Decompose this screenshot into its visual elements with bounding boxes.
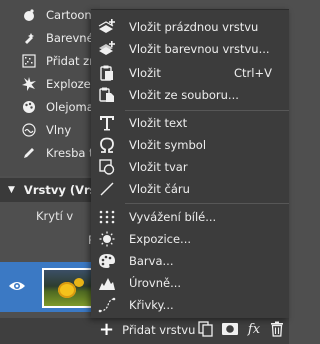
- effect-item-color-tone[interactable]: Barevné t: [0, 28, 102, 48]
- menu-item-label: Vložit tvar: [129, 160, 188, 174]
- mask-icon[interactable]: [219, 320, 241, 338]
- chevron-down-icon: ▼: [8, 185, 15, 195]
- menu-item-exposure[interactable]: Expozice...: [91, 228, 289, 250]
- layers-section-title: Vrstvy (Vrs: [23, 183, 97, 197]
- exposure-icon: [98, 231, 116, 247]
- text-icon: [98, 115, 116, 131]
- trash-icon[interactable]: [268, 320, 286, 338]
- menu-item-add-empty-layer[interactable]: Vložit prázdnou vrstvu: [91, 16, 289, 38]
- effect-item-oil-paint[interactable]: Olejomal: [0, 97, 97, 117]
- effects-panel: Cartoon Barevné t Přidat zrn Exploze Ole…: [0, 0, 102, 176]
- menu-item-levels[interactable]: Úrovně...: [91, 272, 289, 294]
- menu-item-paste[interactable]: Vložit Ctrl+V: [91, 62, 289, 84]
- menu-item-label: Vložit barevnou vrstvu...: [129, 42, 270, 56]
- menu-item-label: Vložit ze souboru...: [129, 88, 239, 102]
- curves-icon: [98, 297, 116, 313]
- palette-icon: [98, 253, 116, 269]
- oil-paint-icon: [22, 100, 36, 114]
- layers-section-header[interactable]: ▼ Vrstvy (Vrs: [0, 178, 100, 202]
- add-layer-button[interactable]: + Přidat vrstvu: [93, 318, 195, 342]
- menu-item-add-symbol[interactable]: Vložit symbol: [91, 134, 289, 156]
- menu-item-shortcut: Ctrl+V: [234, 66, 272, 80]
- effect-item-grain[interactable]: Přidat zrn: [0, 51, 101, 71]
- white-balance-icon: [98, 209, 116, 225]
- effect-item-explosion[interactable]: Exploze: [0, 74, 91, 94]
- plus-icon: +: [99, 319, 115, 340]
- menu-separator: [125, 203, 289, 204]
- menu-item-label: Barva...: [129, 254, 174, 268]
- add-color-layer-icon: [98, 41, 116, 57]
- effect-item-ink-sketch[interactable]: Kresba tu: [0, 143, 101, 163]
- menu-item-label: Vyvážení bílé...: [129, 210, 217, 224]
- effect-label: Exploze: [46, 77, 91, 91]
- menu-item-add-shape[interactable]: Vložit tvar: [91, 156, 289, 178]
- add-layer-label: Přidat vrstvu: [122, 323, 196, 337]
- ink-sketch-icon: [22, 146, 36, 160]
- effect-label: Vlny: [46, 123, 72, 137]
- menu-item-color[interactable]: Barva...: [91, 250, 289, 272]
- menu-item-label: Vložit: [129, 66, 161, 80]
- menu-item-paste-from-file[interactable]: Vložit ze souboru...: [91, 84, 289, 106]
- menu-item-label: Křivky...: [129, 298, 174, 312]
- waves-icon: [22, 123, 36, 137]
- levels-icon: [98, 275, 116, 291]
- layer-opacity-label: Krytí v: [36, 209, 74, 223]
- grain-icon: [22, 54, 36, 68]
- menu-item-label: Vložit text: [129, 116, 188, 130]
- menu-item-white-balance[interactable]: Vyvážení bílé...: [91, 206, 289, 228]
- paste-from-file-icon: [98, 87, 116, 103]
- menu-item-label: Vložit symbol: [129, 138, 207, 152]
- fx-icon[interactable]: fx: [244, 320, 264, 338]
- menu-item-add-line[interactable]: Vložit čáru: [91, 178, 289, 200]
- effect-item-cartoon[interactable]: Cartoon: [0, 5, 92, 25]
- symbol-omega-icon: [98, 137, 116, 153]
- eye-icon[interactable]: [8, 279, 26, 296]
- cartoon-icon: [22, 8, 36, 22]
- line-icon: [98, 181, 116, 197]
- color-tone-icon: [22, 31, 36, 45]
- menu-item-label: Expozice...: [129, 232, 192, 246]
- menu-item-label: Vložit čáru: [129, 182, 190, 196]
- menu-item-add-text[interactable]: Vložit text: [91, 112, 289, 134]
- menu-item-label: Vložit prázdnou vrstvu: [129, 20, 259, 34]
- effect-label: Cartoon: [46, 8, 92, 22]
- layer-thumbnail[interactable]: [42, 268, 94, 308]
- menu-separator: [125, 110, 289, 111]
- add-empty-layer-icon: [98, 19, 116, 35]
- menu-item-add-color-layer[interactable]: Vložit barevnou vrstvu...: [91, 38, 289, 60]
- paste-icon: [98, 65, 116, 81]
- effect-label: Olejomal: [46, 100, 97, 114]
- add-layer-menu: Vložit prázdnou vrstvu Vložit barevnou v…: [91, 9, 289, 318]
- menu-item-label: Úrovně...: [129, 276, 182, 290]
- explosion-icon: [22, 77, 36, 91]
- effect-item-waves[interactable]: Vlny: [0, 120, 71, 140]
- menu-item-curves[interactable]: Křivky...: [91, 294, 289, 316]
- shape-icon: [98, 159, 116, 175]
- duplicate-icon[interactable]: [197, 320, 215, 338]
- layer-row-selected[interactable]: V: [0, 262, 102, 312]
- fx-label: fx: [247, 321, 261, 337]
